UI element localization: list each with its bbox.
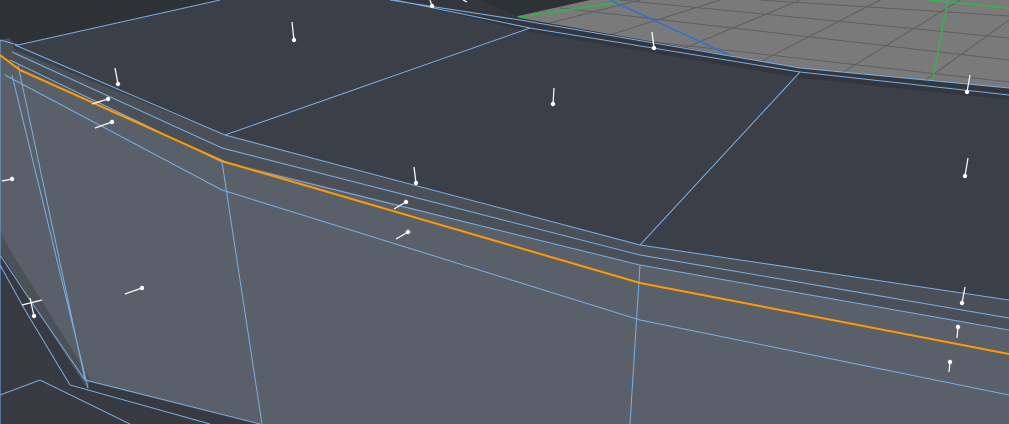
viewport-canvas[interactable] [0, 0, 1009, 424]
3d-viewport[interactable]: perspective [0, 0, 1009, 424]
